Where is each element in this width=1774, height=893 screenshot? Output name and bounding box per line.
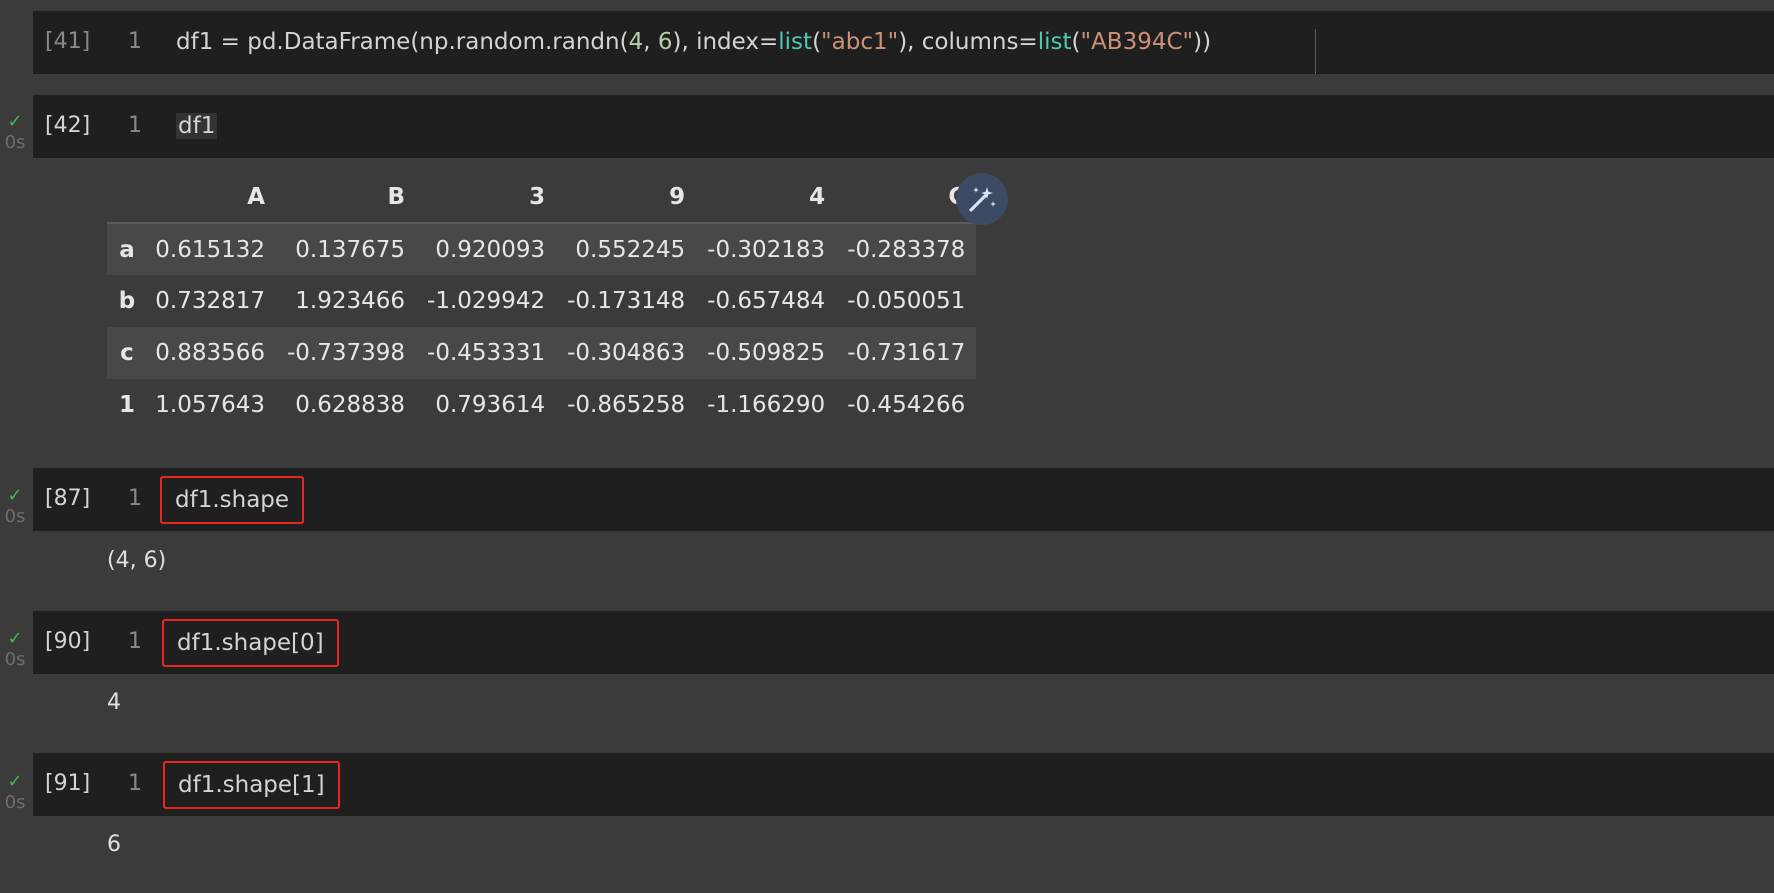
line-number: 1 (128, 29, 142, 54)
line-number: 1 (128, 771, 142, 796)
table-row: b 0.732817 1.923466 -1.029942 -0.173148 … (107, 275, 976, 327)
code-token: ), index= (672, 29, 779, 55)
code-line[interactable]: df1 (176, 113, 218, 139)
table-cell: -1.166290 (707, 392, 826, 418)
table-cell: -0.454266 (847, 392, 966, 418)
execution-count: [90] (45, 629, 91, 654)
table-cell: -0.737398 (287, 340, 406, 366)
column-header: 3 (416, 172, 557, 224)
table-row: 1 1.057643 0.628838 0.793614 -0.865258 -… (107, 379, 976, 431)
cell-status: ✓ 0s (0, 487, 30, 527)
check-icon: ✓ (7, 628, 23, 649)
code-text: df1 (176, 113, 218, 139)
table-cell: -0.173148 (567, 288, 686, 314)
code-cell-41[interactable]: [41] 1 df1 = pd.DataFrame(np.random.rand… (33, 11, 1774, 74)
code-token: "AB394C" (1080, 29, 1194, 55)
execution-time: 0s (4, 649, 26, 670)
cell-status: ✓ 0s (0, 113, 30, 153)
column-header: A (143, 172, 276, 224)
editor-ruler (1315, 29, 1316, 74)
line-number: 1 (128, 113, 142, 138)
magic-wand-icon (969, 187, 996, 212)
table-cell: 1.057643 (155, 392, 265, 418)
check-icon: ✓ (7, 111, 23, 132)
execution-time: 0s (4, 132, 26, 153)
code-token: list (778, 29, 813, 55)
code-cell-90[interactable]: [90] 1 df1.shape[0] (33, 611, 1774, 674)
code-token: list (1037, 29, 1072, 55)
highlighted-code[interactable]: df1.shape (160, 476, 305, 524)
row-index: 1 (118, 392, 135, 418)
execution-time: 0s (4, 792, 26, 813)
cell-status: ✓ 0s (0, 773, 30, 813)
index-header (107, 172, 143, 224)
code-token: ( (812, 29, 822, 55)
line-number: 1 (128, 486, 142, 511)
execution-count: [91] (45, 771, 91, 796)
data-wrangler-button[interactable] (956, 173, 1008, 225)
table-cell: 0.628838 (295, 392, 406, 418)
code-token: df1 = pd.DataFrame(np.random.randn( (176, 29, 629, 55)
table-cell: 0.552245 (575, 236, 686, 263)
table-cell: -0.865258 (567, 392, 686, 418)
cell-output: 4 (107, 690, 121, 715)
table-cell: 0.920093 (435, 236, 546, 263)
code-cell-42[interactable]: [42] 1 df1 (33, 95, 1774, 158)
table-cell: 0.732817 (155, 288, 265, 314)
table-cell: -0.657484 (707, 288, 826, 314)
table-cell: -0.302183 (707, 236, 826, 263)
execution-count: [41] (45, 29, 91, 54)
dataframe-header-row: A B 3 9 4 C (107, 172, 977, 224)
table-cell: -0.304863 (567, 340, 686, 366)
execution-count: [87] (45, 486, 91, 511)
table-cell: 0.615132 (155, 236, 265, 263)
column-header: 9 (556, 172, 697, 224)
check-icon: ✓ (7, 485, 23, 506)
row-index: a (119, 236, 135, 263)
check-icon: ✓ (7, 771, 23, 792)
code-token: 4 (628, 29, 644, 55)
table-cell: -1.029942 (427, 288, 546, 314)
table-row: a 0.615132 0.137675 0.920093 0.552245 -0… (107, 223, 977, 275)
row-index: c (120, 340, 134, 366)
column-header: 4 (696, 172, 837, 224)
row-index: b (118, 288, 136, 314)
code-token: )) (1193, 29, 1212, 55)
table-cell: 0.137675 (295, 236, 406, 263)
table-cell: -0.731617 (847, 340, 966, 366)
execution-time: 0s (4, 506, 26, 527)
table-cell: 1.923466 (295, 288, 406, 314)
code-cell-87[interactable]: [87] 1 df1.shape (33, 468, 1774, 531)
code-cell-91[interactable]: [91] 1 df1.shape[1] (33, 753, 1774, 816)
table-cell: -0.453331 (427, 340, 546, 366)
code-line[interactable]: df1 = pd.DataFrame(np.random.randn(4, 6)… (176, 29, 1211, 55)
line-number: 1 (128, 629, 142, 654)
table-row: c 0.883566 -0.737398 -0.453331 -0.304863… (107, 327, 977, 379)
table-cell: -0.509825 (707, 340, 826, 366)
table-cell: 0.793614 (435, 392, 546, 418)
code-token: "abc1" (821, 29, 899, 55)
cell-output: (4, 6) (107, 548, 167, 573)
table-cell: 0.883566 (155, 340, 265, 366)
table-cell: -0.283378 (847, 236, 966, 263)
cell-status: ✓ 0s (0, 630, 30, 670)
code-token: 6 (657, 29, 673, 55)
execution-count: [42] (45, 113, 91, 138)
highlighted-code[interactable]: df1.shape[0] (162, 619, 339, 667)
code-token: ), columns= (898, 29, 1038, 55)
highlighted-code[interactable]: df1.shape[1] (163, 761, 340, 809)
code-token: , (643, 29, 658, 55)
table-cell: -0.050051 (847, 288, 966, 314)
dataframe-output: A B 3 9 4 C a 0.615132 0.137675 0.920093… (107, 172, 977, 431)
cell-output: 6 (107, 832, 121, 857)
column-header: B (276, 172, 417, 224)
